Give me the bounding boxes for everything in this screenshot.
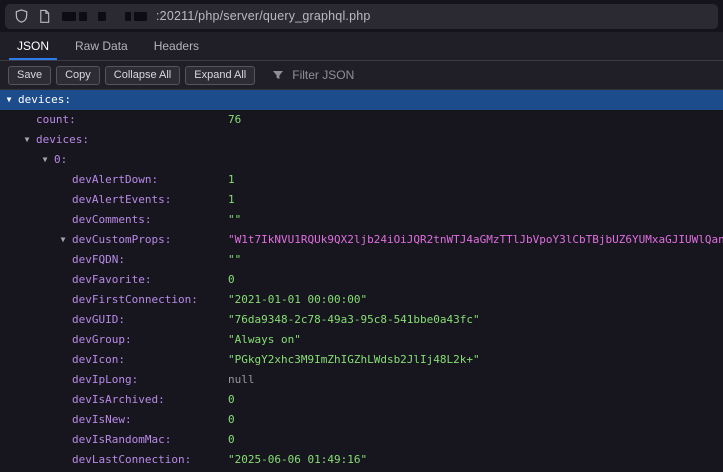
- property-value: 76: [228, 110, 723, 130]
- property-value: 1: [228, 190, 723, 210]
- property-name: devAlertEvents:: [72, 193, 171, 206]
- property-name: devIsArchived:: [72, 393, 165, 406]
- tree-row[interactable]: devFQDN: "": [0, 250, 723, 270]
- property-value: "W1t7IkNVU1RQUk9QX2ljb24iOiJQR2tnWTJ4aGM…: [228, 230, 723, 250]
- tree-row[interactable]: count: 76: [0, 110, 723, 130]
- page-info-icon[interactable]: [38, 9, 51, 24]
- save-button[interactable]: Save: [8, 66, 51, 85]
- tree-row-label: devIcon:: [0, 350, 228, 370]
- property-value: 0: [228, 430, 723, 450]
- tree-row-label: devIsNew:: [0, 410, 228, 430]
- tree-row-label: devLastConnection:: [0, 450, 228, 470]
- tree-row[interactable]: devAlertEvents: 1: [0, 190, 723, 210]
- tree-row-label: devGUID:: [0, 310, 228, 330]
- property-value: "Always on": [228, 330, 723, 350]
- property-name: devices:: [18, 93, 71, 106]
- property-name: devices:: [36, 133, 89, 146]
- property-name: devIsNew:: [72, 413, 132, 426]
- tree-row-label: devIpLong:: [0, 370, 228, 390]
- property-value: null: [228, 370, 723, 390]
- expand-all-button[interactable]: Expand All: [185, 66, 255, 85]
- property-value: 0: [228, 390, 723, 410]
- twisty-expand-icon[interactable]: ▼: [3, 90, 15, 110]
- property-name: devAlertDown:: [72, 173, 158, 186]
- tree-row[interactable]: ▼devices:: [0, 130, 723, 150]
- tree-row-label: ▼devices:: [0, 90, 228, 110]
- filter-json-box: [272, 67, 410, 83]
- tree-row-label: devIsRandomMac:: [0, 430, 228, 450]
- property-value: "76da9348-2c78-49a3-95c8-541bbe0a43fc": [228, 310, 723, 330]
- property-value: "": [228, 210, 723, 230]
- tree-row[interactable]: devLastConnection: "2025-06-06 01:49:16": [0, 450, 723, 470]
- tree-row-label: devGroup:: [0, 330, 228, 350]
- filter-json-input[interactable]: [290, 67, 410, 83]
- filter-funnel-icon: [272, 69, 284, 81]
- tree-row[interactable]: ▼devCustomProps:"W1t7IkNVU1RQUk9QX2ljb24…: [0, 230, 723, 250]
- twisty-expand-icon[interactable]: ▼: [57, 230, 69, 250]
- redacted-host: [62, 12, 147, 21]
- tree-row-label: devAlertDown:: [0, 170, 228, 190]
- tree-row-label: devIsArchived:: [0, 390, 228, 410]
- tree-row-label: devComments:: [0, 210, 228, 230]
- tree-row-label: devFavorite:: [0, 270, 228, 290]
- copy-button[interactable]: Copy: [56, 66, 100, 85]
- tree-row-label: ▼0:: [0, 150, 228, 170]
- property-name: devIcon:: [72, 353, 125, 366]
- property-value: "2025-06-06 01:49:16": [228, 450, 723, 470]
- property-name: 0:: [54, 153, 67, 166]
- tab-json[interactable]: JSON: [4, 32, 62, 60]
- tree-row[interactable]: ▼devices:: [0, 90, 723, 110]
- tree-row[interactable]: devAlertDown: 1: [0, 170, 723, 190]
- tab-raw-data[interactable]: Raw Data: [62, 32, 141, 60]
- tree-row[interactable]: devComments: "": [0, 210, 723, 230]
- property-name: devFirstConnection:: [72, 293, 198, 306]
- tree-row-label: devAlertEvents:: [0, 190, 228, 210]
- twisty-expand-icon[interactable]: ▼: [21, 130, 33, 150]
- property-name: devIpLong:: [72, 373, 138, 386]
- viewer-tab-bar: JSON Raw Data Headers: [0, 32, 723, 61]
- tree-row[interactable]: devGUID: "76da9348-2c78-49a3-95c8-541bbe0…: [0, 310, 723, 330]
- property-value: 1: [228, 170, 723, 190]
- tree-row-label: count:: [0, 110, 228, 130]
- tree-row[interactable]: devIsNew: 0: [0, 410, 723, 430]
- property-name: devGUID:: [72, 313, 125, 326]
- property-name: devComments:: [72, 213, 151, 226]
- tree-row-label: devFirstConnection:: [0, 290, 228, 310]
- property-name: devLastConnection:: [72, 453, 191, 466]
- json-toolbar: Save Copy Collapse All Expand All: [0, 61, 723, 90]
- tree-row[interactable]: devFavorite: 0: [0, 270, 723, 290]
- property-name: devIsRandomMac:: [72, 433, 171, 446]
- property-name: devFQDN:: [72, 253, 125, 266]
- property-value: "PGkgY2xhc3M9ImZhIGZhLWdsb2JlIj48L2k+": [228, 350, 723, 370]
- tree-row-label: ▼devices:: [0, 130, 228, 150]
- json-tree: ▼devices:count:76▼devices:▼0:devAlertDow…: [0, 90, 723, 472]
- property-name: devFavorite:: [72, 273, 151, 286]
- tree-row[interactable]: devIsArchived: 0: [0, 390, 723, 410]
- tree-row[interactable]: devGroup: "Always on": [0, 330, 723, 350]
- browser-window: :20211/php/server/query_graphql.php JSON…: [0, 0, 723, 472]
- tree-row[interactable]: devIcon: "PGkgY2xhc3M9ImZhIGZhLWdsb2JlIj4…: [0, 350, 723, 370]
- tree-row[interactable]: devIsRandomMac: 0: [0, 430, 723, 450]
- property-name: count:: [36, 113, 76, 126]
- property-value: 0: [228, 270, 723, 290]
- property-value: 0: [228, 410, 723, 430]
- property-name: devCustomProps:: [72, 233, 171, 246]
- collapse-all-button[interactable]: Collapse All: [105, 66, 180, 85]
- browser-toolbar: :20211/php/server/query_graphql.php: [0, 0, 723, 32]
- tree-row[interactable]: devFirstConnection: "2021-01-01 00:00:00": [0, 290, 723, 310]
- tab-headers[interactable]: Headers: [141, 32, 212, 60]
- property-value: "": [228, 250, 723, 270]
- tree-row[interactable]: devIpLong: null: [0, 370, 723, 390]
- shield-icon[interactable]: [14, 8, 29, 24]
- tree-row-label: ▼devCustomProps:: [0, 230, 228, 250]
- url-text: :20211/php/server/query_graphql.php: [156, 9, 371, 23]
- property-name: devGroup:: [72, 333, 132, 346]
- twisty-expand-icon[interactable]: ▼: [39, 150, 51, 170]
- tree-row[interactable]: ▼0:: [0, 150, 723, 170]
- property-value: "2021-01-01 00:00:00": [228, 290, 723, 310]
- tree-row-label: devFQDN:: [0, 250, 228, 270]
- url-bar[interactable]: :20211/php/server/query_graphql.php: [5, 4, 718, 29]
